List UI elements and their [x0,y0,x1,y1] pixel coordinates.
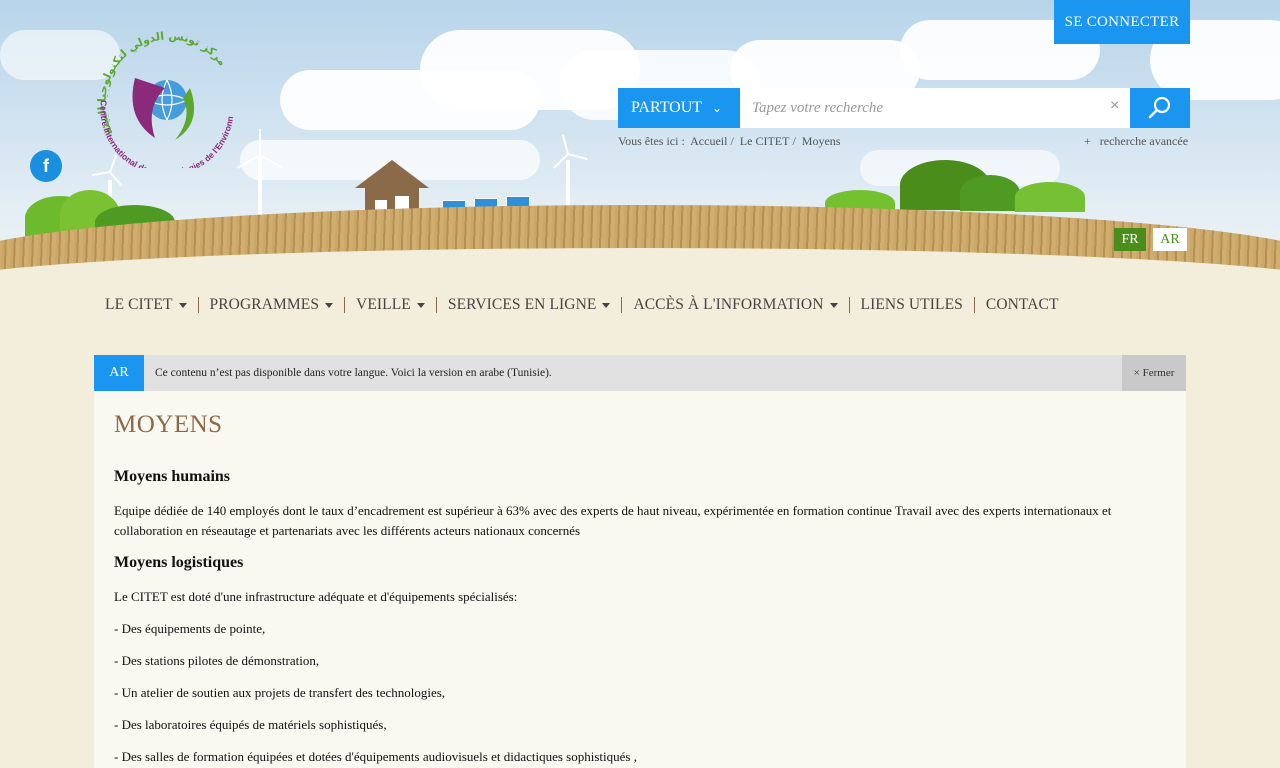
search-scope-select[interactable]: PARTOUT ⌄ [618,88,740,128]
citet-logo[interactable]: مركز تونس الدولي لتكنولوجيا البيئة Centr… [91,20,245,178]
caret-down-icon [178,302,187,308]
advanced-search-link[interactable]: + recherche avancée [1084,134,1188,149]
chevron-down-icon: ⌄ [712,101,723,115]
facebook-icon[interactable]: f [30,150,62,182]
logo-icon: مركز تونس الدولي لتكنولوجيا البيئة Centr… [91,20,235,178]
bush [1015,182,1085,212]
nav-item-programmes[interactable]: PROGRAMMES [199,297,346,313]
section-title-moyens-humains: Moyens humains [114,468,231,485]
section-text-moyens-humains: Equipe dédiée de 140 employés dont le ta… [114,503,1112,538]
breadcrumb-item-current: Moyens [801,134,841,148]
nav-item-label: VEILLE [356,296,411,313]
notice-language-tag: AR [94,355,144,391]
search-button[interactable] [1130,88,1190,128]
nav-item-label: PROGRAMMES [209,296,320,313]
nav-item-contact[interactable]: CONTACT [975,297,1070,313]
nav-item-label: LE CITET [105,296,173,313]
nav-item-label: CONTACT [985,296,1059,313]
nav-item-acces-information[interactable]: ACCÈS À L'INFORMATION [622,296,850,313]
search-icon [1148,96,1171,119]
nav-item-services-en-ligne[interactable]: SERVICES EN LIGNE [437,297,623,313]
language-ar-button[interactable]: AR [1153,228,1187,251]
list-item: - Des salles de formation équipées et do… [114,749,637,764]
breadcrumb-item-home[interactable]: Accueil [690,134,727,148]
list-item: - Des laboratoires équipés de matériels … [114,717,387,732]
list-item: - Des stations pilotes de démonstration, [114,653,320,668]
page-title: MOYENS [114,411,223,438]
nav-item-veille[interactable]: VEILLE [345,297,437,313]
breadcrumb-separator: / [730,134,734,148]
bush [960,175,1020,211]
section-title-moyens-logistiques: Moyens logistiques [114,554,244,571]
language-notice: AR Ce contenu n’est pas disponible dans … [94,355,1186,391]
caret-down-icon [416,302,425,308]
main-nav: LE CITET PROGRAMMES VEILLE SERVICES EN L… [94,292,1070,318]
search-input[interactable] [740,88,1130,128]
search-scope-label: PARTOUT [631,99,703,116]
list-item: - Des équipements de pointe, [114,621,266,636]
list-item: - Un atelier de soutien aux projets de t… [114,685,446,700]
notice-close-button[interactable]: × Fermer [1122,355,1186,391]
login-button[interactable]: SE CONNECTER [1054,0,1190,44]
caret-down-icon [829,302,838,308]
breadcrumb-item-citet[interactable]: Le CITET [740,134,790,148]
clear-search-icon[interactable]: × [1110,97,1119,115]
caret-down-icon [602,302,611,308]
nav-item-label: LIENS UTILES [860,296,963,313]
nav-item-label: SERVICES EN LIGNE [447,296,597,313]
language-fr-button[interactable]: FR [1114,228,1146,251]
section-text-intro: Le CITET est doté d'une infrastructure a… [114,589,518,604]
breadcrumb-prefix: Vous êtes ici : [618,134,685,148]
nav-item-liens-utiles[interactable]: LIENS UTILES [850,297,975,313]
nav-item-le-citet[interactable]: LE CITET [94,297,199,313]
nav-item-label: ACCÈS À L'INFORMATION [633,296,824,313]
notice-message: Ce contenu n’est pas disponible dans vot… [155,367,552,379]
main-content: MOYENS Moyens humains Equipe dédiée de 1… [94,391,1186,768]
breadcrumb-separator: / [792,134,796,148]
breadcrumb: Vous êtes ici : Accueil / Le CITET / Moyen… [618,134,843,149]
caret-down-icon [325,302,334,308]
